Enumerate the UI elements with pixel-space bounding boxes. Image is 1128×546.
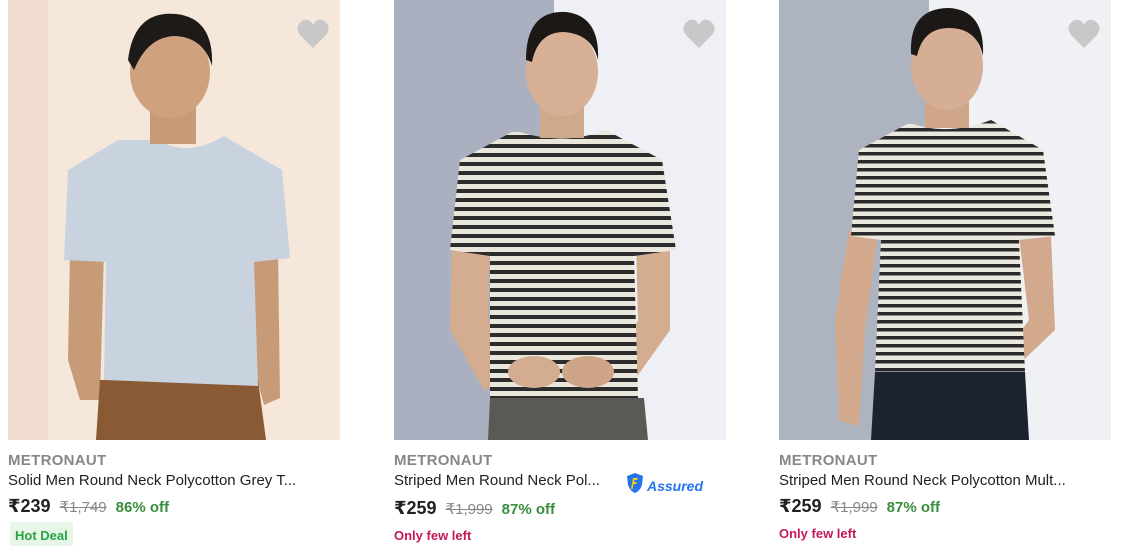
product-image[interactable] [8,0,340,440]
price-row: ₹239 ₹1,749 86% off [8,496,169,517]
selling-price: ₹259 [779,496,822,516]
product-image[interactable] [394,0,726,440]
product-title[interactable]: Striped Men Round Neck Pol... [394,472,624,489]
price-row: ₹259 ₹1,999 87% off [394,498,555,519]
wishlist-heart-icon[interactable] [296,18,330,50]
product-title[interactable]: Striped Men Round Neck Polycotton Mult..… [779,472,1109,489]
discount-percent: 86% off [115,499,169,516]
assured-label: Assured [647,477,704,494]
flipkart-assured-badge: Assured [625,472,703,499]
wishlist-heart-icon[interactable] [1067,18,1101,50]
product-title[interactable]: Solid Men Round Neck Polycotton Grey T..… [8,472,338,489]
selling-price: ₹259 [394,498,437,518]
product-card[interactable]: METRONAUT Solid Men Round Neck Polycotto… [8,0,340,546]
hot-deal-badge: Hot Deal [10,522,73,546]
discount-percent: 87% off [501,501,555,518]
price-row: ₹259 ₹1,999 87% off [779,496,940,517]
selling-price: ₹239 [8,496,51,516]
product-card[interactable]: METRONAUT Striped Men Round Neck Pol... … [394,0,726,546]
product-card[interactable]: METRONAUT Striped Men Round Neck Polycot… [779,0,1111,546]
stock-status: Only few left [394,528,472,543]
original-price: ₹1,999 [830,499,878,516]
original-price: ₹1,749 [59,499,107,516]
product-brand: METRONAUT [8,452,107,469]
product-brand: METRONAUT [394,452,493,469]
wishlist-heart-icon[interactable] [682,18,716,50]
original-price: ₹1,999 [445,501,493,518]
product-brand: METRONAUT [779,452,878,469]
discount-percent: 87% off [886,499,940,516]
product-image[interactable] [779,0,1111,440]
assured-shield-icon [625,472,645,499]
stock-status: Only few left [779,526,857,541]
